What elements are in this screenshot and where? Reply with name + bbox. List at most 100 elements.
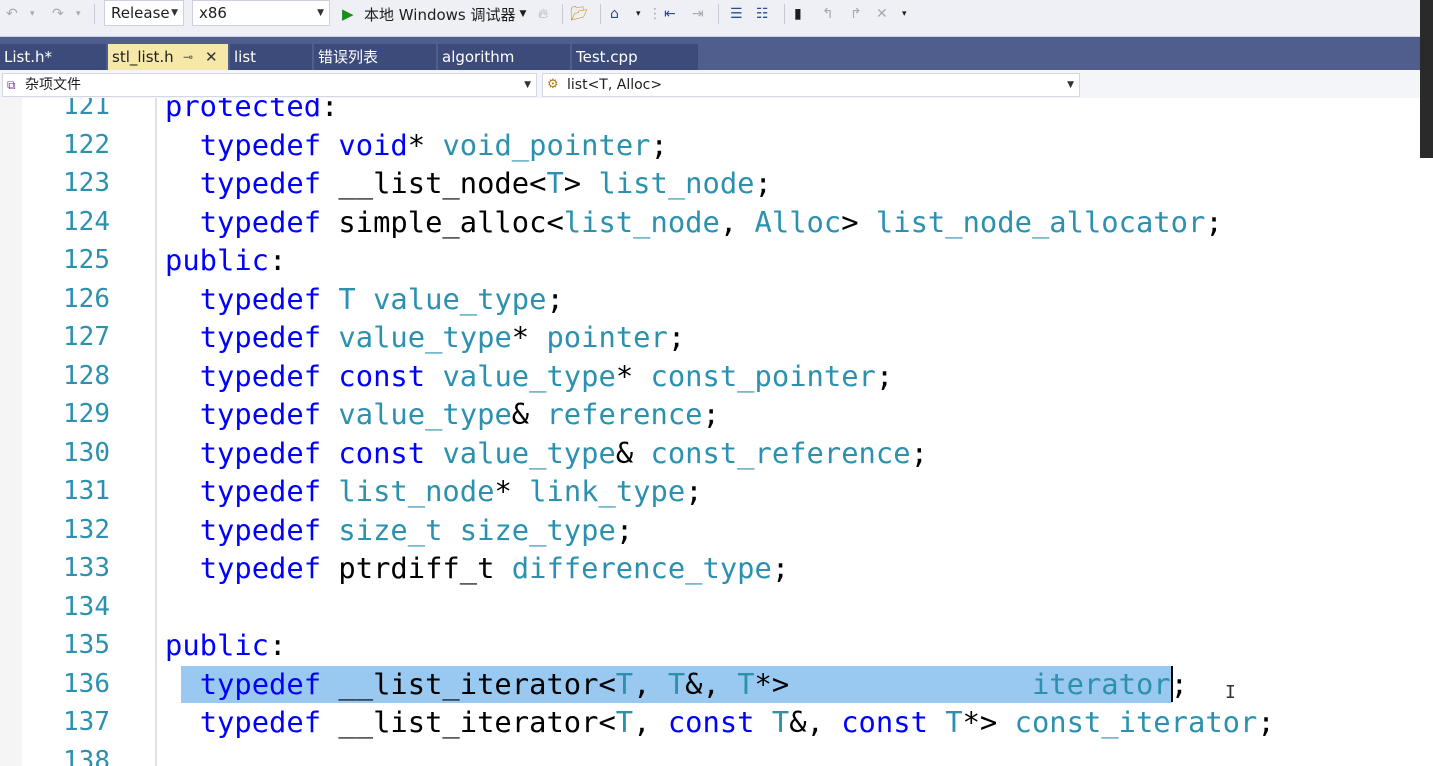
code-line[interactable]: typedef simple_alloc<list_node, Alloc> l… [165,203,1223,242]
next-bookmark-icon[interactable]: ↱ [850,0,862,28]
close-icon[interactable]: ✕ [205,44,218,70]
line-number: 133 [63,553,110,583]
undo-dropdown-icon[interactable]: ▾ [30,0,35,28]
folder-search-icon[interactable]: 📂︎ [570,0,588,28]
code-token: typedef [199,320,322,354]
project-dropdown[interactable]: ⧉ 杂项文件 ▼ [2,73,537,97]
code-token: ; [667,320,686,354]
code-token: public [165,243,270,277]
code-line[interactable]: typedef value_type* pointer; [165,318,686,357]
line-number: 126 [63,283,110,314]
code-token: T [615,705,634,739]
code-token: value_type [338,320,512,354]
code-line[interactable]: typedef __list_iterator<T, T&, T*> itera… [165,665,1188,704]
code-line[interactable]: protected: [165,98,338,126]
code-token: value_type [442,358,616,393]
bookmark-icon[interactable]: ▮ [794,0,802,28]
code-line[interactable]: typedef const value_type& const_referenc… [165,434,928,473]
clear-bookmark-icon[interactable]: ✕ [876,0,888,28]
document-tabs: List.h* stl_list.h ⊸ ✕ list 错误列表 algorit… [0,37,1420,70]
line-number: 137 [63,707,110,737]
code-line[interactable]: typedef const value_type* const_pointer; [165,357,894,396]
code-token: * [615,358,651,393]
redo-icon[interactable]: ↷ [52,0,64,28]
line-number: 134 [63,591,110,622]
home-icon[interactable]: ⌂ [610,0,619,28]
platform-select[interactable]: x86 ▼ [192,0,330,26]
platform-value: x86 [199,4,227,22]
code-token: * [494,474,530,508]
line-number: 136 [63,668,110,699]
line-number: 124 [63,206,110,237]
tab-test-cpp[interactable]: Test.cpp [572,44,698,70]
code-token: list_node_allocator [875,204,1206,239]
code-editor[interactable]: 121 protected: 122 typedef void* void_poin… [0,98,1420,766]
code-token: reference [546,397,703,431]
tab-list-h[interactable]: List.h* [0,44,106,70]
code-token: const [338,358,426,393]
chevron-down-icon[interactable]: ▾ [902,0,907,28]
tab-algorithm[interactable]: algorithm [438,44,570,70]
tab-label: 错误列表 [318,48,379,66]
redo-dropdown-icon[interactable]: ▾ [76,0,81,28]
scope-dropdown[interactable]: ⚙ list<T, Alloc> ▼ [542,73,1080,97]
code-token: __list_node< [321,166,547,200]
code-token: difference_type [511,551,772,585]
step-icon[interactable]: ⇤ [664,0,676,28]
code-line[interactable]: typedef T value_type; [165,280,564,319]
tab-label: List.h* [4,48,52,66]
fire-icon[interactable]: 🔥︎ [538,0,548,28]
outdent-icon[interactable]: ⇥ [692,0,704,28]
line-number: 132 [63,514,110,545]
start-debug-icon[interactable]: ▶ [342,0,354,28]
configuration-select[interactable]: Release ▼ [104,0,184,26]
comment-icon[interactable]: ☰ [730,0,743,28]
code-token: * [407,127,443,162]
code-token: *> [754,666,1032,701]
code-token: ; [1205,204,1223,239]
code-line[interactable]: typedef size_t size_type; [165,511,633,550]
code-line[interactable]: typedef void* void_pointer; [165,126,668,165]
code-token: value_type [442,435,616,470]
code-line[interactable]: typedef list_node* link_type; [165,472,703,511]
code-token: typedef [199,705,322,739]
line-number: 129 [63,399,110,429]
code-line[interactable]: public: [165,241,286,280]
code-token: link_type [529,474,686,508]
code-line[interactable]: typedef __list_iterator<T, const T&, con… [165,703,1275,742]
code-line[interactable]: typedef __list_node<T> list_node; [165,164,772,203]
code-token: *> [962,705,1015,739]
prev-bookmark-icon[interactable]: ↰ [822,0,834,28]
debugger-label: 本地 Windows 调试器 [364,5,516,24]
undo-icon[interactable]: ↶ [6,0,18,28]
code-token: void [338,127,408,162]
tab-stl-list-h[interactable]: stl_list.h ⊸ ✕ [108,44,228,70]
code-line[interactable]: typedef ptrdiff_t difference_type; [165,549,790,588]
right-edge [1420,0,1433,766]
uncomment-icon[interactable]: ☷ [756,0,769,28]
tab-error-list[interactable]: 错误列表 [314,44,436,70]
code-token: list_node [563,204,720,239]
code-token: : [321,98,339,123]
class-icon: ⚙ [547,77,559,92]
tab-list[interactable]: list [230,44,312,70]
chevron-down-icon[interactable]: ▾ [636,0,641,28]
start-debug-button[interactable]: 本地 Windows 调试器 ▼ [364,0,526,28]
code-line[interactable]: typedef value_type& reference; [165,395,720,434]
code-token: typedef [199,204,322,239]
code-token: T [667,666,686,701]
code-token: ; [702,397,720,431]
code-line[interactable]: public: [165,626,286,665]
pin-icon[interactable]: ⊸ [183,44,193,70]
code-token: ; [650,127,668,162]
